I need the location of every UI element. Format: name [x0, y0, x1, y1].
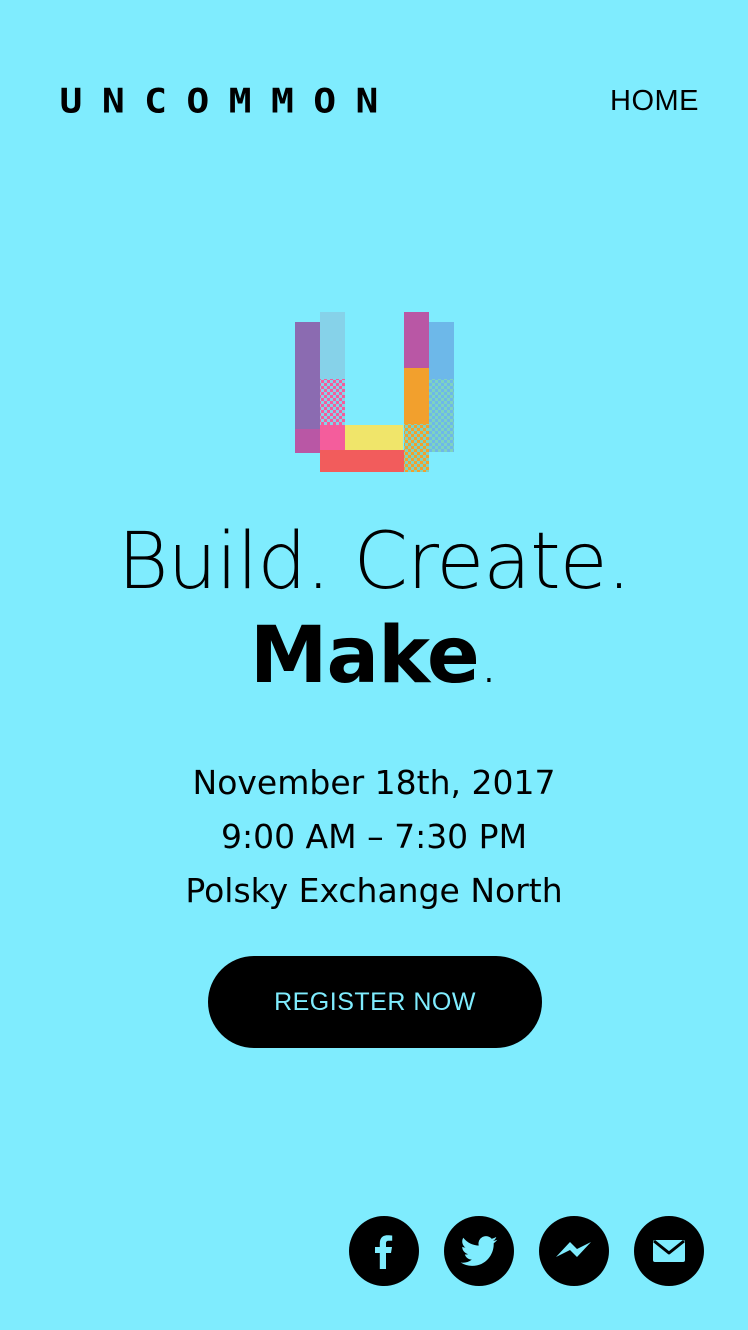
headline-make-period: .	[478, 624, 499, 698]
messenger-icon	[553, 1242, 591, 1274]
brand-letter: N	[101, 81, 125, 121]
brand-letter: M	[228, 81, 252, 121]
twitter-button[interactable]	[444, 1216, 514, 1286]
email-button[interactable]	[634, 1216, 704, 1286]
register-now-button[interactable]: REGISTER NOW	[208, 956, 542, 1048]
social-share-bar	[349, 1216, 704, 1286]
facebook-button[interactable]	[349, 1216, 419, 1286]
brand-letter: N	[355, 81, 379, 121]
brand-logo[interactable]: U N C O M M O N	[56, 81, 382, 121]
event-venue: Polsky Exchange North	[185, 871, 563, 910]
brand-letter: M	[270, 81, 294, 121]
headline-make: Make	[249, 611, 480, 701]
messenger-button[interactable]	[539, 1216, 609, 1286]
hero-headline: Build. Create. Make.	[0, 515, 748, 708]
facebook-icon	[375, 1235, 393, 1269]
event-date: November 18th, 2017	[192, 763, 556, 802]
header: U N C O M M O N HOME	[0, 0, 748, 200]
nav-home-link[interactable]: HOME	[610, 85, 699, 118]
brand-letter: O	[313, 81, 337, 121]
brand-letter: O	[186, 81, 210, 121]
uncommon-u-logo-icon	[295, 312, 454, 472]
brand-letter: C	[144, 81, 167, 121]
twitter-icon	[460, 1236, 498, 1266]
email-icon	[653, 1239, 685, 1262]
headline-make-line: Make.	[0, 609, 748, 708]
event-time: 9:00 AM – 7:30 PM	[220, 817, 528, 856]
brand-letter: U	[59, 81, 83, 121]
headline-build-create: Build. Create.	[117, 517, 632, 607]
event-details: November 18th, 2017 9:00 AM – 7:30 PM Po…	[0, 756, 748, 918]
